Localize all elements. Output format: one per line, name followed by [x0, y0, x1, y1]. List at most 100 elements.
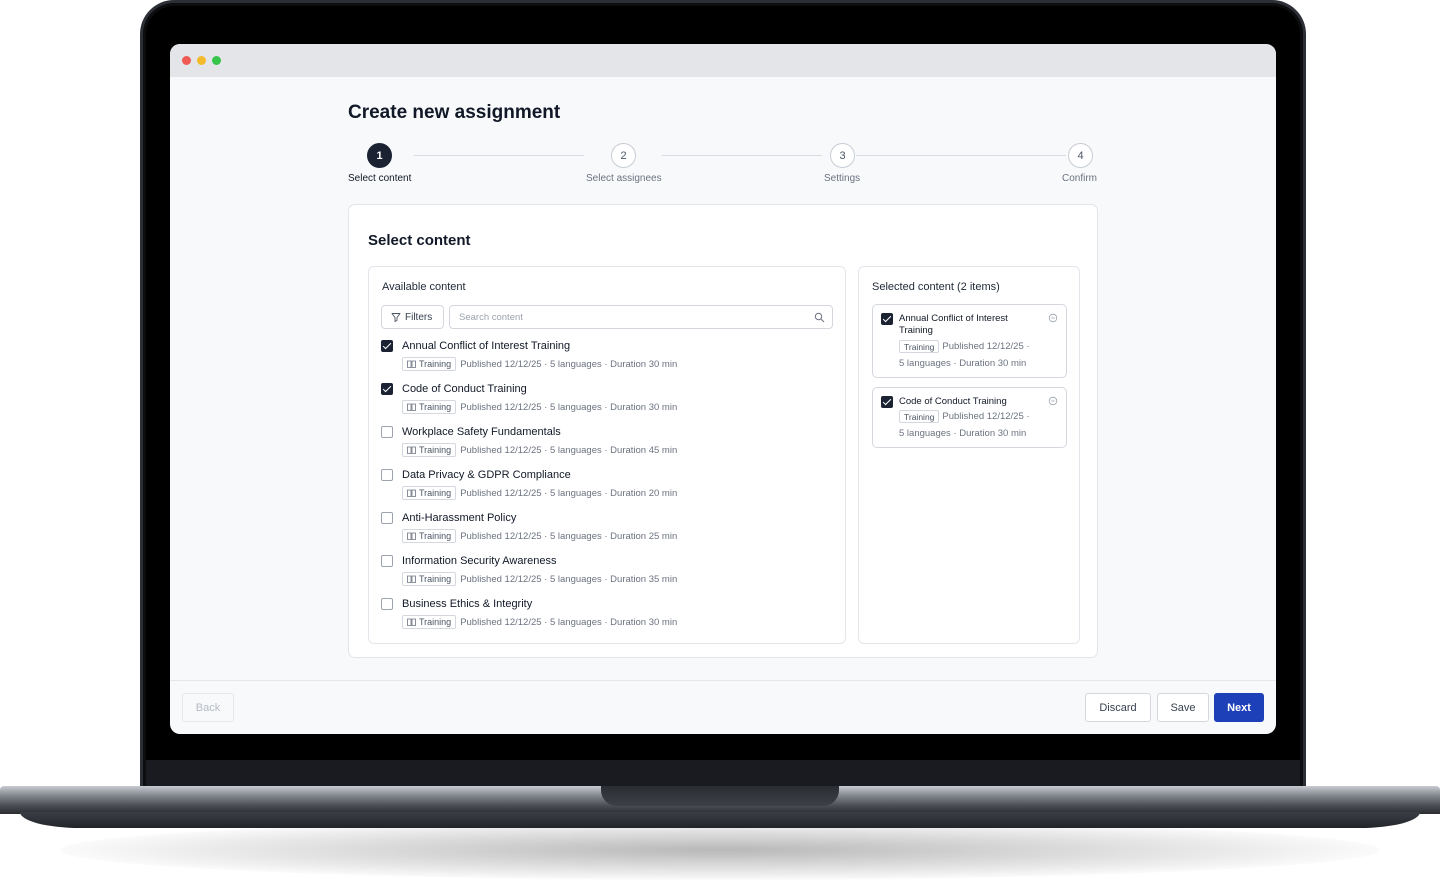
discard-button[interactable]: Discard — [1085, 693, 1151, 722]
content-item-checkbox[interactable] — [381, 512, 393, 524]
footer-divider — [170, 680, 1276, 681]
selected-item-card: Annual Conflict of Interest Training Tra… — [872, 304, 1067, 378]
stepper-connector — [662, 155, 822, 156]
selected-item-checkbox[interactable] — [881, 396, 893, 408]
content-type-label: Training — [419, 445, 452, 455]
content-item-checkbox[interactable] — [381, 598, 393, 610]
content-item-title: Anti-Harassment Policy — [402, 512, 517, 524]
selected-item-details: 5 languages · Duration 30 min — [899, 428, 1027, 439]
window-titlebar — [170, 44, 1276, 77]
content-type-tag: Training — [402, 443, 457, 457]
content-item-details: Published 12/12/25 · 5 languages · Durat… — [460, 616, 678, 628]
step-2-circle[interactable]: 2 — [611, 143, 636, 168]
book-icon — [407, 403, 416, 411]
content-type-tag: Training — [402, 572, 457, 586]
content-item-checkbox[interactable] — [381, 426, 393, 438]
page-title: Create new assignment — [348, 102, 561, 123]
step-2-label: Select assignees — [586, 173, 662, 184]
content-item[interactable]: Code of Conduct Training Training Publis… — [381, 382, 831, 420]
selected-item-meta: Training Published 12/12/25 · — [899, 410, 1030, 423]
selected-item-card: Code of Conduct Training Training Publis… — [872, 387, 1067, 448]
selected-item-published: Published 12/12/25 · — [942, 411, 1030, 422]
content-type-tag: Training — [402, 400, 457, 414]
content-item-title: Information Security Awareness — [402, 555, 557, 567]
content-item-meta: Training Published 12/12/25 · 5 language… — [402, 357, 677, 371]
content-type-tag: Training — [899, 340, 940, 353]
search-icon[interactable] — [814, 312, 825, 323]
filters-button[interactable]: Filters — [381, 305, 444, 329]
content-type-label: Training — [419, 359, 452, 369]
content-item-details: Published 12/12/25 · 5 languages · Durat… — [460, 487, 678, 499]
content-type-label: Training — [419, 574, 452, 584]
selected-item-checkbox[interactable] — [881, 313, 893, 325]
content-item-title: Annual Conflict of Interest Training — [402, 340, 571, 352]
step-1-label: Select content — [348, 173, 412, 184]
selected-content-title: Selected content (2 items) — [872, 281, 1000, 293]
close-window-button[interactable] — [182, 56, 191, 65]
selected-item-title: Code of Conduct Training — [899, 396, 1007, 407]
content-item-title: Code of Conduct Training — [402, 383, 527, 395]
content-item-details: Published 12/12/25 · 5 languages · Durat… — [460, 573, 678, 585]
content-item-details: Published 12/12/25 · 5 languages · Durat… — [460, 530, 678, 542]
content-item[interactable]: Annual Conflict of Interest Training Tra… — [381, 339, 831, 377]
content-item-checkbox[interactable] — [381, 340, 393, 352]
content-type-label: Training — [419, 488, 452, 498]
content-item-meta: Training Published 12/12/25 · 5 language… — [402, 486, 677, 500]
step-4-label: Confirm — [1062, 173, 1098, 184]
content-item-details: Published 12/12/25 · 5 languages · Durat… — [460, 401, 678, 413]
content-item-meta: Training Published 12/12/25 · 5 language… — [402, 615, 677, 629]
laptop-base-front — [20, 812, 1420, 828]
stepper-connector — [414, 155, 584, 156]
content-item-checkbox[interactable] — [381, 469, 393, 481]
content-item-meta: Training Published 12/12/25 · 5 language… — [402, 529, 677, 543]
content-item[interactable]: Business Ethics & Integrity Training Pub… — [381, 597, 831, 635]
content-item-checkbox[interactable] — [381, 555, 393, 567]
step-3-label: Settings — [824, 173, 861, 184]
laptop-shadow — [60, 820, 1380, 880]
back-button[interactable]: Back — [182, 693, 234, 722]
save-button[interactable]: Save — [1157, 693, 1209, 722]
remove-icon[interactable] — [1048, 313, 1058, 323]
content-item-meta: Training Published 12/12/25 · 5 language… — [402, 400, 677, 414]
content-type-label: Training — [419, 531, 452, 541]
stepper-connector — [856, 155, 1066, 156]
card-title: Select content — [368, 232, 471, 249]
step-3-circle[interactable]: 3 — [830, 143, 855, 168]
content-item-details: Published 12/12/25 · 5 languages · Durat… — [460, 358, 678, 370]
content-item[interactable]: Workplace Safety Fundamentals Training P… — [381, 425, 831, 463]
book-icon — [407, 360, 416, 368]
filter-icon — [391, 313, 401, 322]
selected-item-meta: Training Published 12/12/25 · — [899, 340, 1030, 353]
select-content-card: Select content Available content Filters… — [348, 204, 1098, 658]
content-item-checkbox[interactable] — [381, 383, 393, 395]
available-content-title: Available content — [382, 281, 466, 293]
content-item-title: Data Privacy & GDPR Compliance — [402, 469, 571, 481]
content-item[interactable]: Anti-Harassment Policy Training Publishe… — [381, 511, 831, 549]
next-button[interactable]: Next — [1214, 693, 1264, 722]
content-type-tag: Training — [899, 410, 940, 423]
book-icon — [407, 489, 416, 497]
content-type-label: Training — [419, 402, 452, 412]
maximize-window-button[interactable] — [212, 56, 221, 65]
step-1-circle[interactable]: 1 — [367, 143, 392, 168]
content-item[interactable]: Data Privacy & GDPR Compliance Training … — [381, 468, 831, 506]
content-item-details: Published 12/12/25 · 5 languages · Durat… — [460, 444, 678, 456]
selected-item-title: Annual Conflict of Interest Training — [899, 313, 1008, 336]
available-content-panel: Available content Filters Annual Conflic… — [368, 266, 846, 644]
content-item-title: Workplace Safety Fundamentals — [402, 426, 561, 438]
minimize-window-button[interactable] — [197, 56, 206, 65]
content-type-tag: Training — [402, 357, 457, 371]
app-window: Create new assignment 1 Select content 2… — [170, 44, 1276, 734]
selected-item-details: 5 languages · Duration 30 min — [899, 358, 1027, 369]
content-type-tag: Training — [402, 529, 457, 543]
content-item[interactable]: Information Security Awareness Training … — [381, 554, 831, 592]
remove-icon[interactable] — [1048, 396, 1058, 406]
step-4-circle[interactable]: 4 — [1068, 143, 1093, 168]
selected-item-published: Published 12/12/25 · — [942, 341, 1030, 352]
content-item-meta: Training Published 12/12/25 · 5 language… — [402, 443, 677, 457]
selected-content-panel: Selected content (2 items) Annual Confli… — [858, 266, 1080, 644]
laptop-notch — [601, 786, 839, 806]
search-input[interactable] — [450, 306, 790, 328]
laptop-hinge — [146, 760, 1300, 788]
book-icon — [407, 532, 416, 540]
